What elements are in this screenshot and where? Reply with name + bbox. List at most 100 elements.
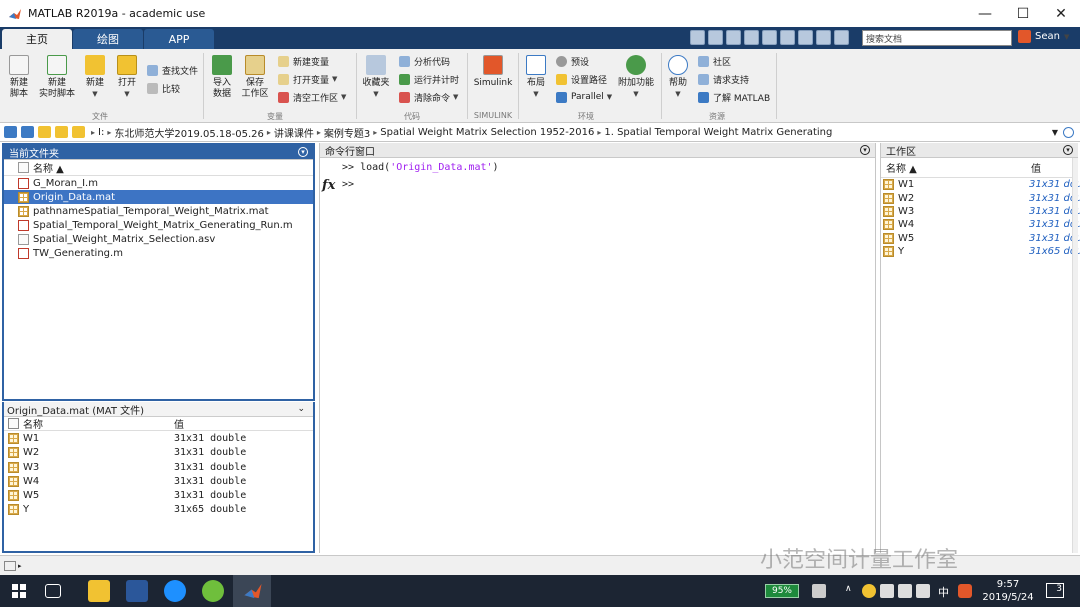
workspace-variable-row[interactable]: W5 31x31 dou — [881, 232, 1080, 245]
workspace-scrollbar[interactable] — [1072, 158, 1078, 553]
up-folder-icon[interactable] — [38, 126, 51, 138]
workspace-variable-row[interactable]: W2 31x31 dou — [881, 191, 1080, 204]
breadcrumb-folder-4[interactable]: Spatial Weight Matrix Selection 1952-201… — [380, 127, 594, 138]
new-variable-button[interactable]: 新建变量 — [278, 53, 329, 69]
file-row[interactable]: pathnameSpatial_Temporal_Weight_Matrix.m… — [4, 204, 313, 218]
breadcrumb-folder-2[interactable]: 讲课课件 — [274, 125, 314, 140]
variable-row[interactable]: W5 31x31 double — [4, 488, 313, 502]
clock[interactable]: 9:57 2019/5/24 — [980, 578, 1036, 604]
forward-arrow-icon[interactable] — [21, 126, 34, 138]
find-files-button[interactable]: 查找文件 — [147, 62, 198, 78]
clear-workspace-button[interactable]: 清空工作区 ▼ — [278, 89, 346, 105]
notification-icon[interactable] — [1018, 30, 1031, 43]
file-row[interactable]: TW_Generating.m — [4, 246, 313, 260]
tab-apps[interactable]: APP — [144, 29, 214, 49]
battery-tray-icon[interactable] — [880, 584, 894, 598]
run-and-time-button[interactable]: 运行并计时 — [399, 71, 459, 87]
addons-button[interactable]: 附加功能 ▼ — [616, 55, 656, 100]
column-name[interactable]: 名称 — [23, 416, 43, 431]
help-button[interactable]: 帮助 ▼ — [666, 55, 690, 100]
panel-menu-icon[interactable]: ▾ — [298, 147, 308, 157]
variable-row[interactable]: W3 31x31 double — [4, 460, 313, 474]
open-variable-button[interactable]: 打开变量 ▼ — [278, 71, 337, 87]
save-icon[interactable] — [690, 30, 705, 45]
user-menu[interactable]: Sean ▼ — [1018, 30, 1069, 43]
set-path-button[interactable]: 设置路径 — [556, 71, 607, 87]
layout-button[interactable]: 布局 ▼ — [523, 55, 549, 100]
undo-icon[interactable] — [762, 30, 777, 45]
wifi-icon[interactable] — [898, 584, 912, 598]
panel-menu-icon[interactable]: ▾ — [860, 145, 870, 155]
variable-row[interactable]: W1 31x31 double — [4, 431, 313, 445]
search-folder-icon[interactable] — [1063, 126, 1074, 138]
function-browser-icon[interactable]: fx — [322, 178, 335, 193]
workspace-variable-row[interactable]: W3 31x31 dou — [881, 205, 1080, 218]
volume-icon[interactable] — [916, 584, 930, 598]
simulink-button[interactable]: Simulink — [472, 55, 514, 89]
analyze-code-button[interactable]: 分析代码 — [399, 53, 450, 69]
task-view-icon[interactable] — [45, 584, 61, 598]
expand-icon[interactable] — [834, 30, 849, 45]
clear-commands-button[interactable]: 清除命令 ▼ — [399, 89, 458, 105]
workspace-variable-row[interactable]: Y 31x65 dou — [881, 245, 1080, 258]
panel-menu-icon[interactable]: ▾ — [1063, 145, 1073, 155]
command-input-line[interactable]: >> — [342, 179, 354, 190]
copy-icon[interactable] — [726, 30, 741, 45]
column-value[interactable]: 值 — [174, 416, 184, 431]
file-row[interactable]: Spatial_Temporal_Weight_Matrix_Generatin… — [4, 218, 313, 232]
workspace-variable-row[interactable]: W1 31x31 dou — [881, 178, 1080, 191]
network-icon[interactable] — [812, 584, 826, 598]
column-name[interactable]: 名称 ▲ — [883, 160, 917, 175]
import-data-button[interactable]: 导入 数据 — [208, 55, 236, 100]
file-row[interactable]: Spatial_Weight_Matrix_Selection.asv — [4, 232, 313, 246]
help-icon[interactable] — [816, 30, 831, 45]
chevron-up-icon[interactable]: ∧ — [845, 584, 852, 594]
new-script-button[interactable]: 新建 脚本 — [6, 55, 32, 100]
file-row-selected[interactable]: Origin_Data.mat — [4, 190, 313, 204]
favorites-button[interactable]: 收藏夹 ▼ — [361, 55, 391, 100]
ime-indicator[interactable]: 中 — [938, 584, 949, 600]
new-button[interactable]: 新建 ▼ — [82, 55, 108, 100]
sogou-input-icon[interactable] — [958, 584, 972, 598]
maximize-button[interactable]: ☐ — [1004, 0, 1042, 27]
redo-icon[interactable] — [780, 30, 795, 45]
preferences-button[interactable]: 预设 — [556, 53, 589, 69]
minimize-button[interactable]: — — [966, 0, 1004, 27]
breadcrumb-drive[interactable]: I: — [98, 127, 104, 138]
matlab-taskbar-icon[interactable] — [243, 581, 263, 601]
request-support-button[interactable]: 请求支持 — [698, 71, 749, 87]
battery-indicator[interactable]: 95% — [765, 584, 799, 598]
app-icon[interactable] — [202, 580, 224, 602]
community-button[interactable]: 社区 — [698, 53, 731, 69]
variable-row[interactable]: W2 31x31 double — [4, 446, 313, 460]
command-window-panel[interactable]: 命令行窗口 ▾ >> load('Origin_Data.mat') fx >> — [319, 143, 876, 553]
back-arrow-icon[interactable] — [4, 126, 17, 138]
column-name[interactable]: 名称 ▲ — [33, 160, 64, 175]
save-workspace-button[interactable]: 保存 工作区 — [240, 55, 270, 100]
tray-app-icon[interactable] — [862, 584, 876, 598]
variable-row[interactable]: W4 31x31 double — [4, 474, 313, 488]
browse-folder-icon[interactable] — [55, 126, 68, 138]
open-button[interactable]: 打开 ▼ — [114, 55, 140, 100]
switch-windows-icon[interactable] — [798, 30, 813, 45]
close-button[interactable]: ✕ — [1042, 0, 1080, 27]
edge-browser-icon[interactable] — [164, 580, 186, 602]
file-explorer-icon[interactable] — [88, 580, 110, 602]
tab-plots[interactable]: 绘图 — [73, 29, 143, 49]
windows-start-icon[interactable] — [12, 584, 26, 598]
learn-matlab-button[interactable]: 了解 MATLAB — [698, 89, 770, 105]
chevron-down-icon[interactable]: ▼ — [1052, 128, 1058, 137]
paste-icon[interactable] — [744, 30, 759, 45]
tab-home[interactable]: 主页 — [2, 29, 72, 49]
chevron-down-icon[interactable]: ⌄ — [297, 404, 305, 414]
variable-row[interactable]: Y 31x65 double — [4, 503, 313, 517]
parallel-button[interactable]: Parallel ▼ — [556, 89, 612, 105]
breadcrumb-folder-3[interactable]: 案例专题3 — [324, 125, 370, 140]
file-row[interactable]: G_Moran_I.m — [4, 176, 313, 190]
workspace-variable-row[interactable]: W4 31x31 dou — [881, 218, 1080, 231]
breadcrumb-folder-1[interactable]: 东北师范大学2019.05.18-05.26 — [114, 125, 264, 140]
column-value[interactable]: 值 — [1031, 160, 1041, 175]
doc-search-input[interactable]: 搜索文档 — [862, 30, 1012, 46]
new-live-script-button[interactable]: 新建 实时脚本 — [38, 55, 76, 100]
compare-button[interactable]: 比较 — [147, 80, 180, 96]
